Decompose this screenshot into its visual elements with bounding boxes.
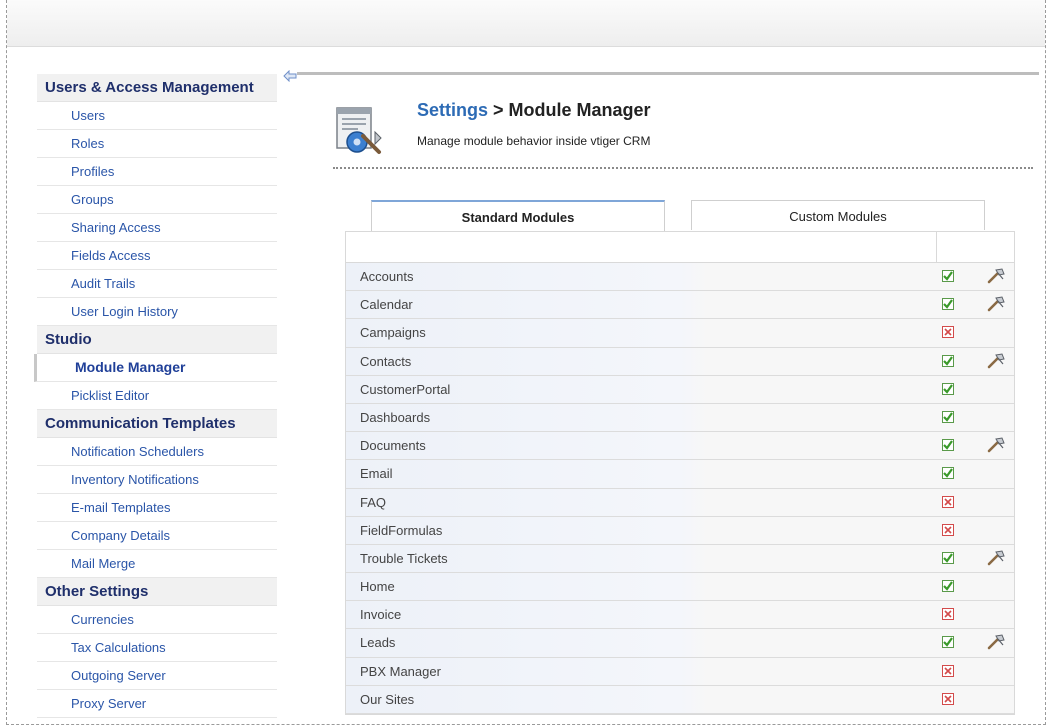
module-name: Home <box>360 579 395 595</box>
sidebar-item-picklist-editor[interactable]: Picklist Editor <box>37 382 277 410</box>
module-name: Contacts <box>360 353 412 369</box>
collapse-left-icon[interactable] <box>283 69 297 83</box>
settings-sidebar: Users & Access Management Users Roles Profi… <box>34 74 277 718</box>
disabled-x-icon[interactable] <box>942 664 954 677</box>
sidebar-item-fields-access[interactable]: Fields Access <box>37 242 277 270</box>
sidebar-item-currencies[interactable]: Currencies <box>37 606 277 634</box>
sidebar-item-company-details[interactable]: Company Details <box>37 522 277 550</box>
page-subtitle: Manage module behavior inside vtiger CRM <box>417 134 651 148</box>
module-name: FAQ <box>360 494 387 510</box>
enabled-check-icon[interactable] <box>942 298 954 311</box>
disabled-x-icon[interactable] <box>942 608 954 621</box>
page-title: Settings > Module Manager <box>417 100 651 121</box>
sidebar-item-profiles[interactable]: Profiles <box>37 158 277 186</box>
enabled-check-icon[interactable] <box>942 354 954 367</box>
table-row: Our Sites <box>346 685 1014 714</box>
module-name: Campaigns <box>360 325 426 341</box>
sidebar-section-heading: Studio <box>37 326 277 354</box>
sidebar-item-outgoing-server[interactable]: Outgoing Server <box>37 662 277 690</box>
module-name: Leads <box>360 635 396 651</box>
table-row: Trouble Tickets <box>346 544 1014 574</box>
module-name: PBX Manager <box>360 663 441 679</box>
sidebar-item-e-mail-templates[interactable]: E-mail Templates <box>37 494 277 522</box>
module-name: FieldFormulas <box>360 522 443 538</box>
disabled-x-icon[interactable] <box>942 326 954 339</box>
hammer-icon[interactable] <box>986 437 1006 454</box>
module-name: CustomerPortal <box>360 381 451 397</box>
disabled-x-icon[interactable] <box>942 692 954 705</box>
sidebar-item-proxy-server[interactable]: Proxy Server <box>37 690 277 718</box>
module-name: Invoice <box>360 607 402 623</box>
module-name: Accounts <box>360 269 414 284</box>
module-name: Our Sites <box>360 691 415 707</box>
module-tabs: Standard Modules Custom Modules <box>371 200 991 231</box>
module-name: Documents <box>360 438 426 454</box>
tab-custom-modules[interactable]: Custom Modules <box>691 200 985 230</box>
enabled-check-icon[interactable] <box>942 270 954 282</box>
enabled-check-icon[interactable] <box>942 636 954 649</box>
sidebar-item-inventory-notifications[interactable]: Inventory Notifications <box>37 466 277 494</box>
sidebar-item-module-manager[interactable]: Module Manager <box>34 354 277 382</box>
table-row: FAQ <box>346 488 1014 517</box>
table-row: Invoice <box>346 601 1014 630</box>
table-row: Documents <box>346 432 1014 461</box>
content-top-border <box>297 72 1039 75</box>
enabled-check-icon[interactable] <box>942 382 954 395</box>
header-divider <box>333 167 1033 169</box>
page-title-text: Module Manager <box>508 100 651 120</box>
top-bar <box>7 0 1045 47</box>
sidebar-section-heading: Other Settings <box>37 578 277 606</box>
hammer-icon[interactable] <box>986 296 1006 313</box>
sidebar-item-users[interactable]: Users <box>37 102 277 130</box>
settings-module-icon <box>335 102 383 156</box>
enabled-check-icon[interactable] <box>942 467 954 480</box>
sidebar-item-groups[interactable]: Groups <box>37 186 277 214</box>
app-frame: Users & Access Management Users Roles Profi… <box>6 0 1046 725</box>
modules-table: Accounts Calendar Campaigns Contacts Custome… <box>345 231 1015 715</box>
module-name: Email <box>360 466 393 482</box>
table-row: PBX Manager <box>346 657 1014 686</box>
enabled-check-icon[interactable] <box>942 439 954 452</box>
disabled-x-icon[interactable] <box>942 495 954 508</box>
hammer-icon[interactable] <box>986 550 1006 567</box>
hammer-icon[interactable] <box>986 353 1006 370</box>
main-content: Settings > Module Manager Manage module … <box>297 72 1039 724</box>
breadcrumb-settings-link[interactable]: Settings <box>417 100 488 120</box>
disabled-x-icon[interactable] <box>942 523 954 536</box>
table-row: Leads <box>346 629 1014 658</box>
sidebar-item-tax-calculations[interactable]: Tax Calculations <box>37 634 277 662</box>
table-row: Campaigns <box>346 319 1014 348</box>
sidebar-section-heading: Communication Templates <box>37 410 277 438</box>
enabled-check-icon[interactable] <box>942 410 954 423</box>
sidebar-item-audit-trails[interactable]: Audit Trails <box>37 270 277 298</box>
hammer-icon[interactable] <box>986 268 1006 285</box>
module-name: Dashboards <box>360 409 431 425</box>
sidebar-item-notification-schedulers[interactable]: Notification Schedulers <box>37 438 277 466</box>
module-name: Trouble Tickets <box>360 550 448 566</box>
table-row: Accounts <box>346 263 1014 292</box>
enabled-check-icon[interactable] <box>942 580 954 593</box>
sidebar-item-roles[interactable]: Roles <box>37 130 277 158</box>
table-row: Contacts <box>346 347 1014 376</box>
table-row: FieldFormulas <box>346 516 1014 545</box>
enabled-check-icon[interactable] <box>942 551 954 564</box>
module-name: Calendar <box>360 297 413 313</box>
sidebar-section-heading: Users & Access Management <box>37 74 277 102</box>
sidebar-item-mail-merge[interactable]: Mail Merge <box>37 550 277 578</box>
table-row: Calendar <box>346 291 1014 320</box>
table-row: Home <box>346 573 1014 602</box>
sidebar-item-user-login-history[interactable]: User Login History <box>37 298 277 326</box>
table-row: CustomerPortal <box>346 375 1014 404</box>
sidebar-item-sharing-access[interactable]: Sharing Access <box>37 214 277 242</box>
hammer-icon[interactable] <box>986 634 1006 651</box>
tab-standard-modules[interactable]: Standard Modules <box>371 200 665 231</box>
table-row: Email <box>346 460 1014 489</box>
table-row: Dashboards <box>346 403 1014 433</box>
breadcrumb-separator: > <box>488 100 509 120</box>
table-header-row <box>346 232 1014 263</box>
